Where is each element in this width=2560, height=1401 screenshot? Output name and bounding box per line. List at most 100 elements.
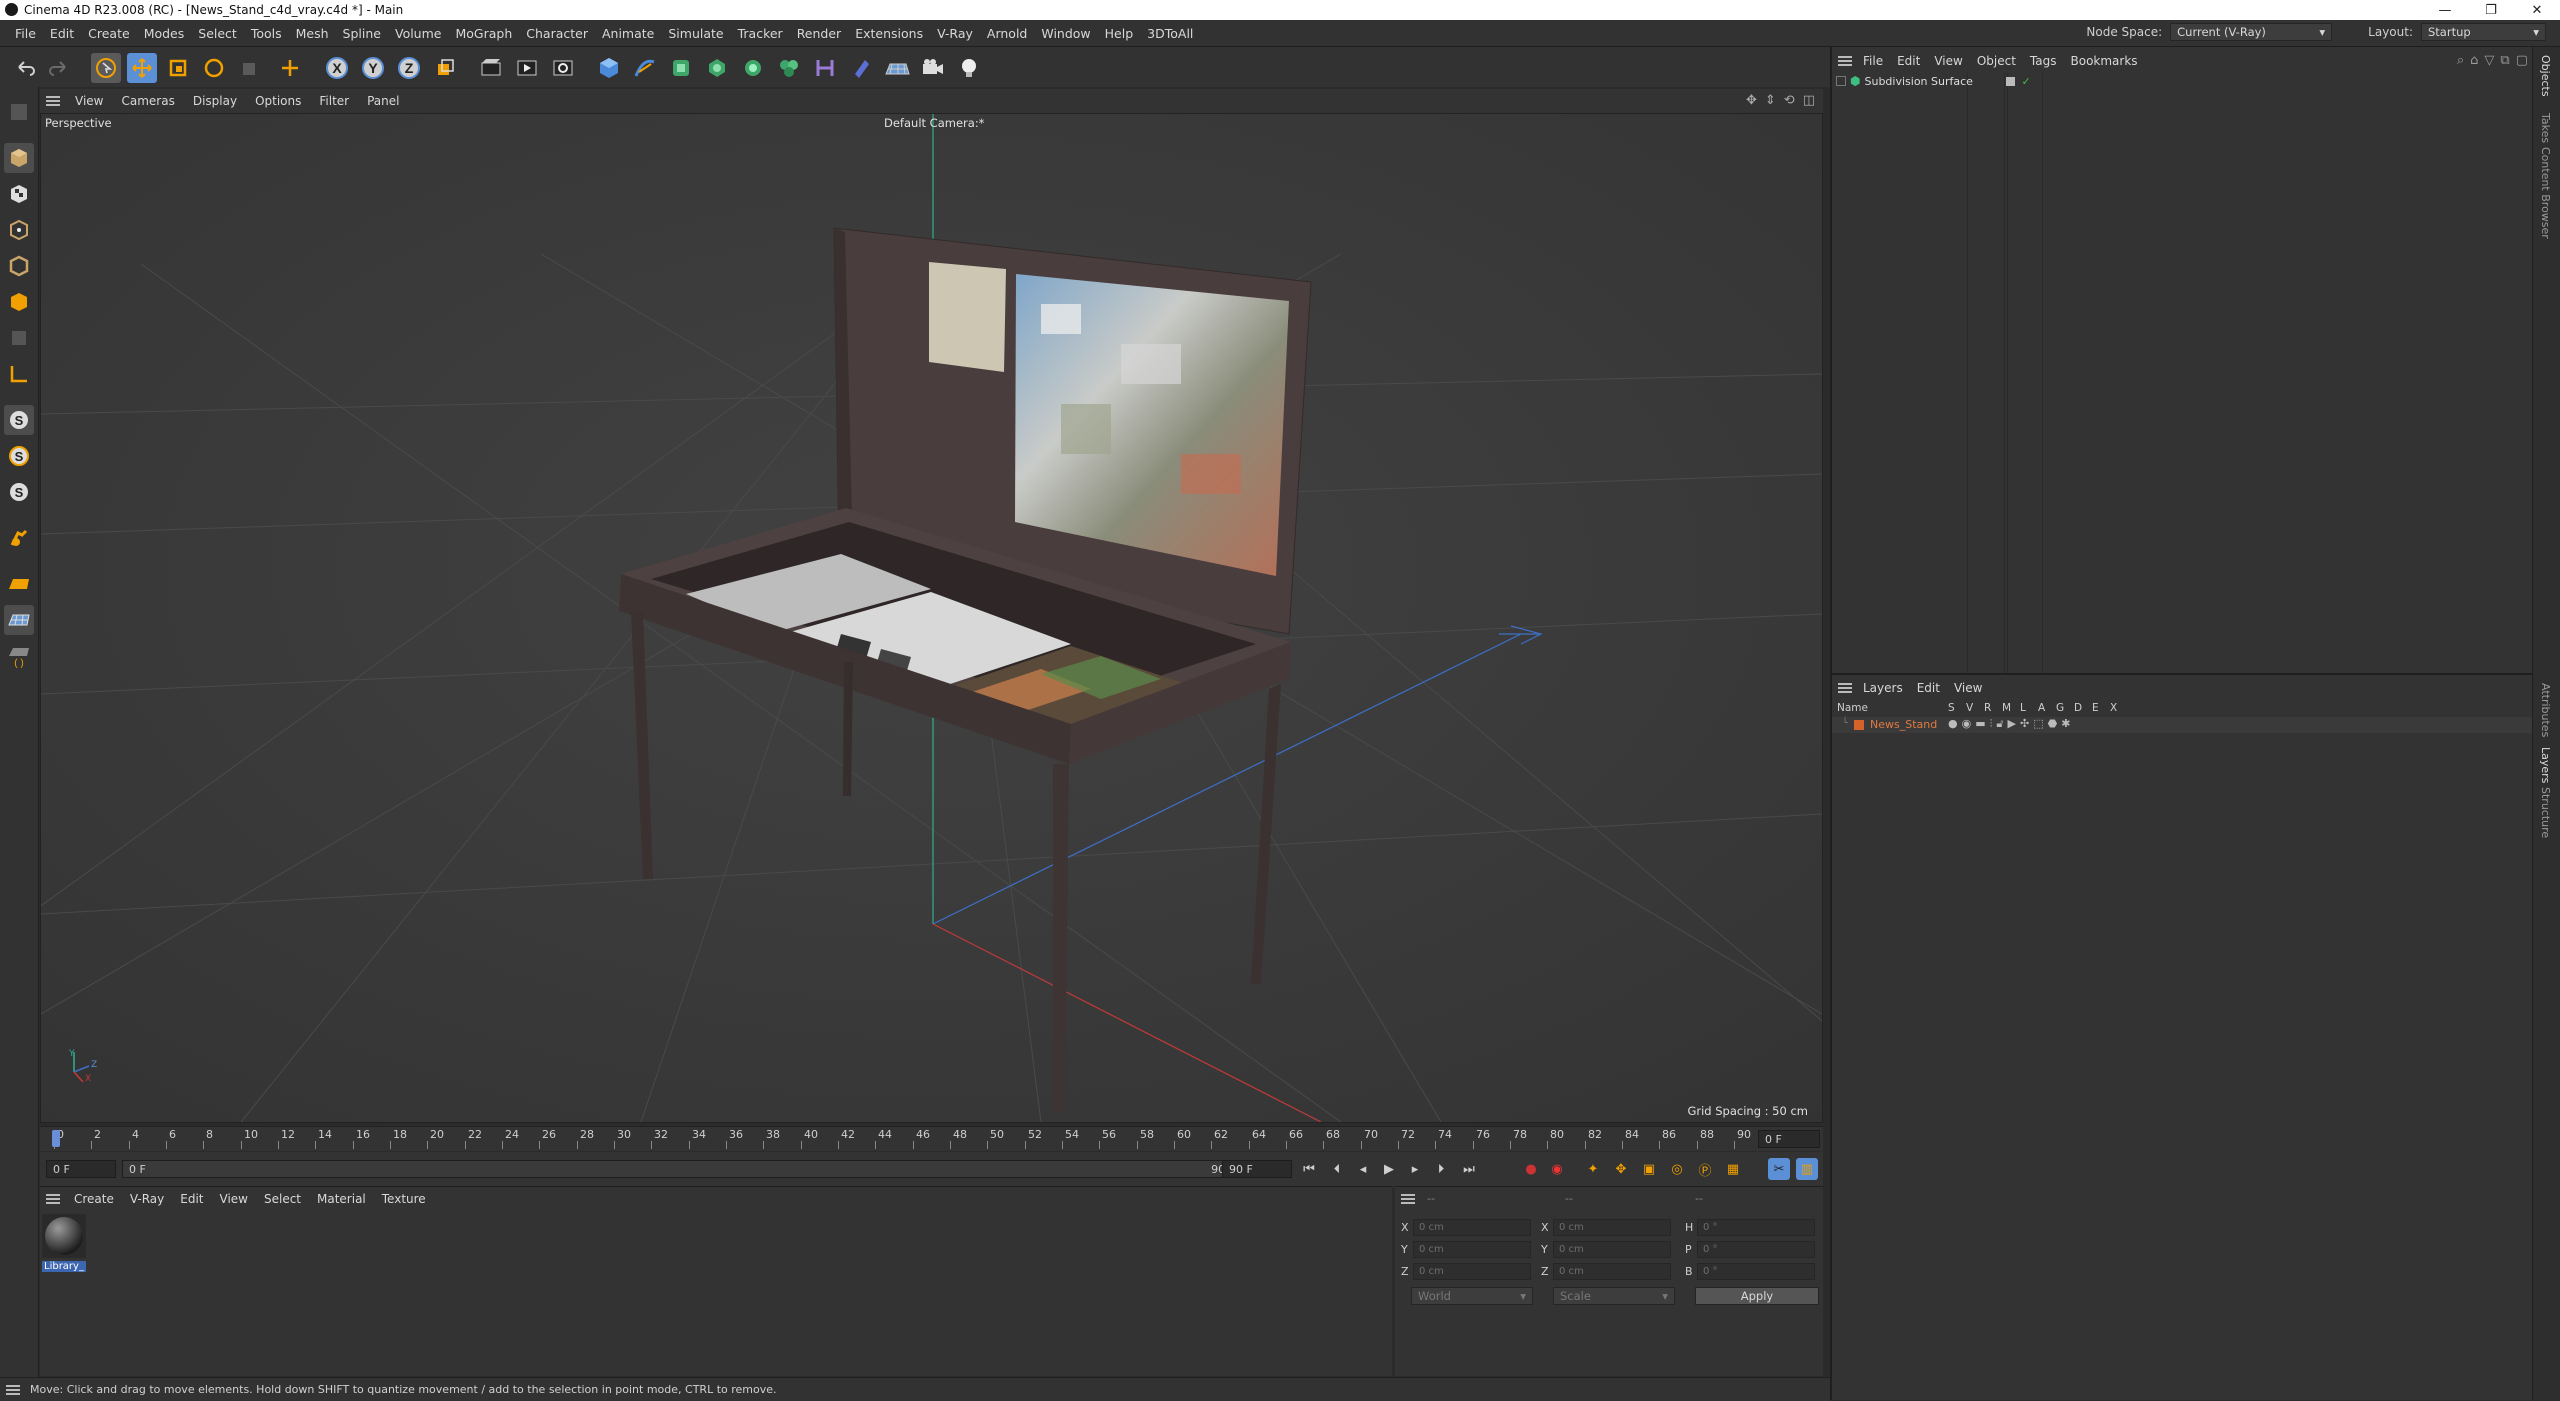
solo-icon[interactable]: ( ) [4,641,34,671]
viewport-menu-cameras[interactable]: Cameras [112,94,183,108]
material-swatch[interactable]: Library_ [42,1214,86,1272]
material-menu-view[interactable]: View [212,1192,256,1206]
object-menu-object[interactable]: Object [1970,54,2023,68]
workplane-snap-icon[interactable]: S [4,477,34,507]
tab-structure[interactable]: Structure [2539,787,2552,838]
material-menu-create[interactable]: Create [66,1192,122,1206]
menu-animate[interactable]: Animate [595,26,661,41]
layer-row[interactable]: └ News_Stand ● ◉ ▬ ⫶ 🔓︎ ▶ ✣ ⬚ ⬣ ✱ [1832,717,2532,733]
render-view-icon[interactable] [512,53,542,83]
go-to-start-icon[interactable]: ⏮ [1298,1158,1320,1180]
grid-lock-icon[interactable] [4,605,34,635]
workplane-icon[interactable] [4,569,34,599]
next-key-icon[interactable]: ⏵ [1430,1158,1452,1180]
animation-toggle-icon[interactable]: ▶ [2008,717,2016,731]
solo-toggle-icon[interactable]: ● [1948,717,1958,731]
material-menu-texture[interactable]: Texture [374,1192,434,1206]
rotate-tool[interactable] [199,53,229,83]
floor-icon[interactable] [882,53,912,83]
viewport-menu-display[interactable]: Display [184,94,246,108]
layer-menu-layers[interactable]: Layers [1856,681,1910,695]
menu-help[interactable]: Help [1098,26,1141,41]
go-to-end-icon[interactable]: ⏭ [1458,1158,1480,1180]
rotate-view-icon[interactable]: ⟲ [1784,93,1795,108]
keyframe-selection-icon[interactable]: ✦ [1582,1158,1604,1180]
layout-dropdown[interactable]: Startup ▾ [2421,23,2546,41]
minimize-button[interactable]: — [2422,0,2468,20]
material-menu-select[interactable]: Select [256,1192,309,1206]
deformer-icon[interactable] [738,53,768,83]
y-axis-lock-button[interactable]: Y [358,53,388,83]
viewport-menu-view[interactable]: View [66,94,112,108]
scheme-icon[interactable]: ✂ [1768,1158,1790,1180]
object-menu-file[interactable]: File [1856,54,1890,68]
tab-content-browser[interactable]: Content Browser [2539,147,2552,239]
hamburger-menu-icon[interactable] [1401,1194,1415,1204]
menu-simulate[interactable]: Simulate [661,26,730,41]
render-region-icon[interactable] [476,53,506,83]
menu-window[interactable]: Window [1034,26,1097,41]
render-settings-icon[interactable] [548,53,578,83]
menu-modes[interactable]: Modes [137,26,192,41]
menu-select[interactable]: Select [191,26,244,41]
autokey-icon[interactable]: ◉ [1546,1158,1568,1180]
next-frame-icon[interactable]: ▸ [1404,1158,1426,1180]
points-mode-icon[interactable] [4,215,34,245]
record-active-objects-icon[interactable]: ● [1520,1158,1542,1180]
rot-h-field[interactable]: 0 ° [1697,1219,1815,1236]
timeline-window-icon[interactable]: ▥ [1796,1158,1818,1180]
menu-character[interactable]: Character [519,26,595,41]
play-icon[interactable]: ▶ [1378,1158,1400,1180]
uv-mode-icon[interactable] [4,323,34,353]
menu-file[interactable]: File [8,26,43,41]
3d-viewport[interactable]: Perspective Default Camera:* Grid Spacin… [40,113,1823,1123]
menu-3dtoall[interactable]: 3DToAll [1140,26,1200,41]
tab-takes[interactable]: Takes [2539,113,2552,143]
redo-button[interactable] [44,53,74,83]
manager-toggle-icon[interactable]: ⫶ [1990,717,1993,731]
home-icon[interactable]: ⌂ [2470,53,2478,68]
dolly-view-icon[interactable]: ⇕ [1765,93,1776,108]
snap-settings-icon[interactable]: S [4,441,34,471]
tweak-mode-icon[interactable] [4,523,34,553]
toggle-view-icon[interactable]: ◫ [1803,93,1815,108]
menu-create[interactable]: Create [81,26,137,41]
end-frame-field[interactable]: 90 F [1222,1160,1292,1178]
menu-tools[interactable]: Tools [244,26,289,41]
xref-toggle-icon[interactable]: ✱ [2061,717,2070,731]
parameter-key-icon[interactable]: Ⓟ [1694,1158,1716,1180]
filter-icon[interactable]: ▽ [2484,53,2494,68]
search-icon[interactable]: ⌕ [2457,53,2464,68]
apply-button[interactable]: Apply [1695,1287,1819,1305]
field-icon[interactable] [810,53,840,83]
rotation-key-icon[interactable]: ◎ [1666,1158,1688,1180]
playhead-marker[interactable] [52,1130,60,1147]
size-z-field[interactable]: 0 cm [1553,1263,1671,1280]
pan-view-icon[interactable]: ✥ [1746,93,1757,108]
menu-volume[interactable]: Volume [388,26,449,41]
pos-y-field[interactable]: 0 cm [1413,1241,1531,1258]
material-menu-vray[interactable]: V-Ray [122,1192,172,1206]
tab-layers[interactable]: Layers [2539,747,2552,783]
locked-toggle-icon[interactable]: 🔓︎ [1996,717,2003,731]
z-axis-lock-button[interactable]: Z [394,53,424,83]
material-menu-edit[interactable]: Edit [172,1192,211,1206]
select-cursor-tool[interactable] [91,53,121,83]
previous-frame-icon[interactable]: ◂ [1352,1158,1374,1180]
viewport-menu-panel[interactable]: Panel [358,94,408,108]
pen-spline-icon[interactable] [630,53,660,83]
layer-menu-edit[interactable]: Edit [1910,681,1947,695]
scale-key-icon[interactable]: ▣ [1638,1158,1660,1180]
close-button[interactable]: ✕ [2514,0,2560,20]
pos-x-field[interactable]: 0 cm [1413,1219,1531,1236]
hamburger-menu-icon[interactable] [46,96,60,106]
node-space-dropdown[interactable]: Current (V-Ray) ▾ [2170,23,2333,41]
snap-icon[interactable]: S [4,405,34,435]
menu-vray[interactable]: V-Ray [930,26,980,41]
subdivision-generator-icon[interactable] [666,53,696,83]
menu-arnold[interactable]: Arnold [980,26,1034,41]
camera-icon[interactable] [918,53,948,83]
cube-primitive-icon[interactable] [594,53,624,83]
light-icon[interactable] [954,53,984,83]
recent-tool-icon[interactable] [235,53,265,83]
